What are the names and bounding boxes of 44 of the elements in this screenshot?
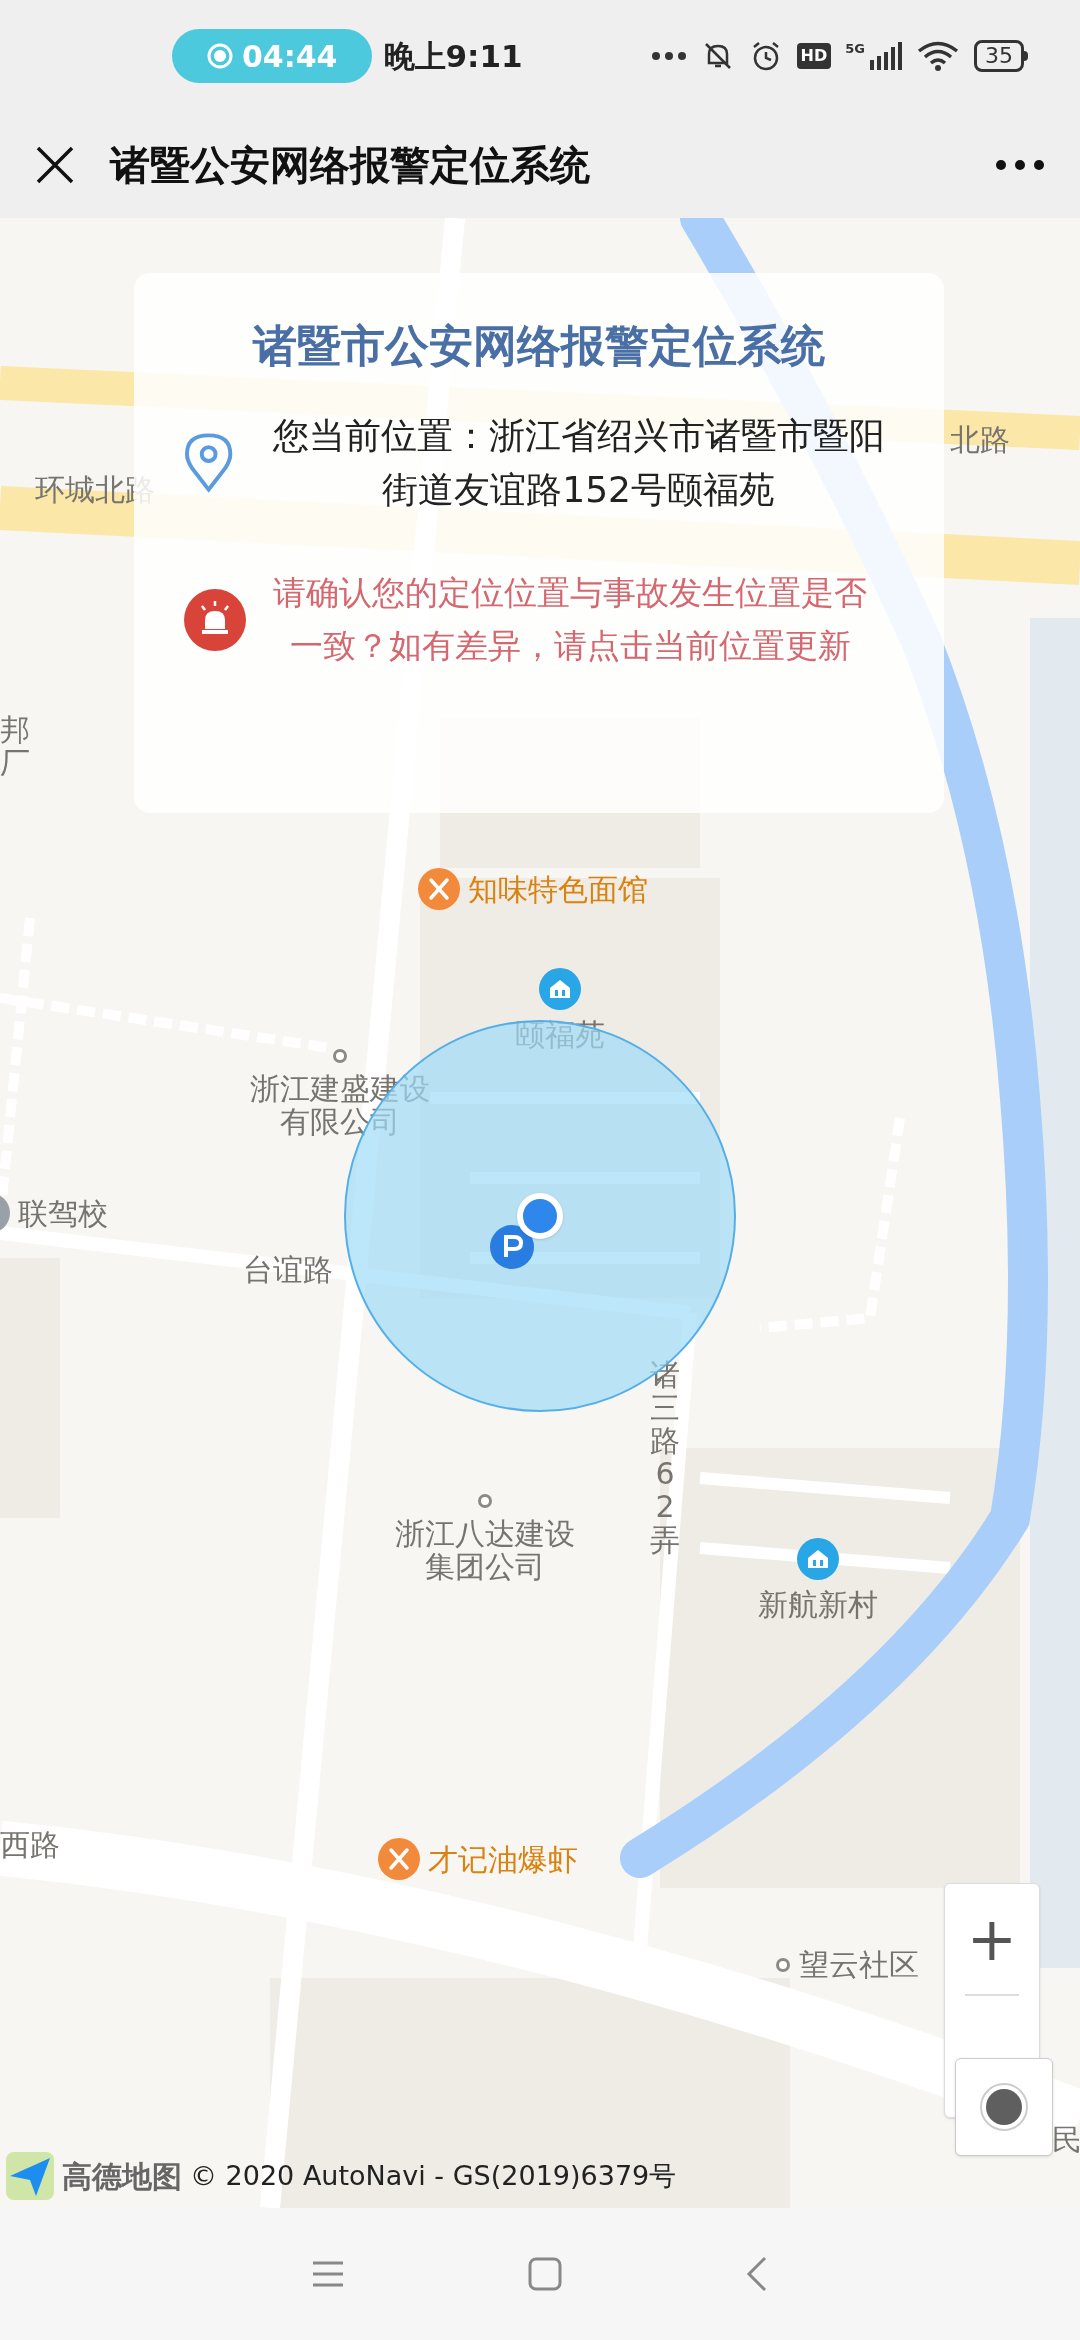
house-icon: [797, 1538, 839, 1580]
dot-icon: [775, 1956, 791, 1973]
battery-indicator: 35: [974, 40, 1028, 72]
map-label: 新航新村: [758, 1588, 878, 1621]
back-icon: [744, 2256, 769, 2292]
locate-button[interactable]: [955, 2058, 1053, 2156]
close-icon: [35, 145, 75, 185]
map-label: 望云社区: [799, 1948, 919, 1981]
map-label: 台谊路: [243, 1253, 333, 1286]
square-icon: [528, 2257, 562, 2291]
fork-knife-icon: [378, 1838, 420, 1880]
recording-pill: 04:44: [172, 29, 372, 83]
zoom-in-button[interactable]: +: [945, 1884, 1039, 1994]
current-location-text: 您当前位置：浙江省绍兴市诸暨市暨阳街道友谊路152号颐福苑: [271, 414, 886, 512]
map-brand: 高德地图: [62, 2157, 182, 2196]
map-label: 诸三路62弄: [650, 1358, 680, 1556]
signal-indicator: 5G: [845, 42, 902, 70]
menu-icon: [311, 2259, 346, 2289]
map-label: 民: [1052, 2123, 1080, 2156]
hd-badge: HD: [796, 43, 832, 69]
map-label: 邦厂: [0, 713, 30, 779]
map-label: 联驾校: [18, 1196, 108, 1230]
more-dots-icon: [650, 51, 687, 61]
house-icon: [539, 968, 581, 1010]
map-label: 浙江八达建设集团公司: [395, 1517, 575, 1583]
map-logo-icon: [6, 2152, 54, 2200]
card-title: 诸暨市公安网络报警定位系统: [253, 319, 825, 373]
dot-icon: [477, 1493, 493, 1509]
page-title: 诸暨公安网络报警定位系统: [110, 141, 590, 190]
fork-knife-icon: [418, 868, 460, 910]
map-copyright: © 2020 AutoNavi - GS(2019)6379号: [190, 2158, 677, 2193]
locate-dot-icon: [979, 2082, 1029, 2132]
more-dots-icon: [995, 159, 1045, 171]
map-label: 才记油爆虾: [428, 1842, 578, 1876]
map-label: 西路: [0, 1828, 60, 1861]
alarm-light-icon: [184, 588, 246, 651]
wifi-icon: [916, 40, 960, 72]
parking-icon: [490, 1225, 534, 1269]
location-pin-icon: [184, 432, 234, 494]
dot-icon: [332, 1048, 348, 1064]
map-label: 知味特色面馆: [468, 872, 648, 906]
record-icon: [206, 42, 234, 70]
clock-time: 晚上9:11: [383, 36, 523, 76]
confirm-warning-text: 请确认您的定位位置与事故发生位置是否一致？如有差异，请点击当前位置更新: [272, 572, 868, 667]
